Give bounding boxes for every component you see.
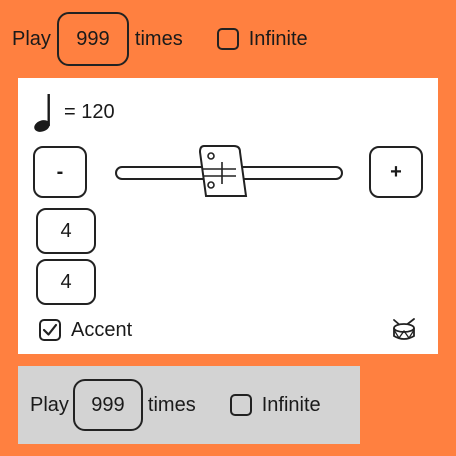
top-repeat-row: Play 999 times Infinite <box>12 12 308 66</box>
bottom-repeat-row: Play 999 times Infinite <box>30 379 321 431</box>
disabled-repeat-panel: Play 999 times Infinite <box>18 366 360 444</box>
accent-row: Accent <box>39 318 132 342</box>
infinite-checkbox[interactable] <box>216 28 239 50</box>
beat-unit-input[interactable]: 4 <box>36 259 96 305</box>
repeat-count-input[interactable]: 999 <box>56 12 129 66</box>
tempo-text: = 120 <box>64 100 115 123</box>
metronome-icon[interactable] <box>198 145 248 197</box>
accent-label: Accent <box>71 318 133 341</box>
quarter-note-icon <box>34 94 50 132</box>
play-label: Play <box>12 27 51 50</box>
repeat-count-input[interactable]: 999 <box>72 379 143 431</box>
infinite-checkbox[interactable] <box>229 394 252 416</box>
tempo-slider[interactable] <box>112 140 352 204</box>
infinite-label: Infinite <box>261 393 321 416</box>
check-icon <box>42 323 58 336</box>
tempo-readout: = 120 <box>34 92 115 132</box>
times-label: times <box>134 27 183 50</box>
metronome-panel: = 120 - + 4 4 Accent <box>18 78 438 354</box>
accent-checkbox[interactable] <box>39 319 61 341</box>
drum-icon[interactable] <box>391 318 417 342</box>
tempo-decrease-button[interactable]: - <box>33 146 87 198</box>
tempo-increase-button[interactable]: + <box>369 146 423 198</box>
infinite-label: Infinite <box>248 27 308 50</box>
times-label: times <box>147 393 196 416</box>
play-label: Play <box>30 393 69 416</box>
beats-per-measure-input[interactable]: 4 <box>36 208 96 254</box>
